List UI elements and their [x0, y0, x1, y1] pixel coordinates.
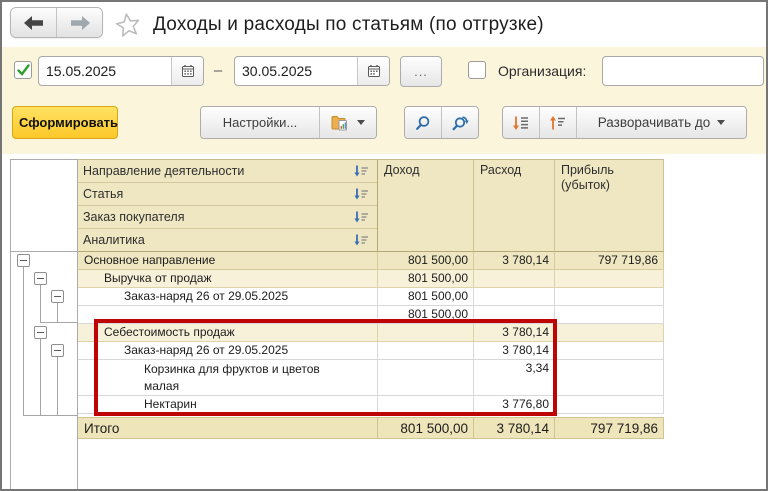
total-row[interactable]: Итого 801 500,00 3 780,14 797 719,86 [78, 417, 664, 439]
sort-icon [354, 165, 369, 177]
calendar-icon [181, 64, 195, 78]
table-row[interactable]: Основное направление 801 500,00 3 780,14… [78, 252, 664, 270]
search-icon [415, 115, 431, 131]
tree-line [40, 285, 41, 323]
table-row[interactable]: 801 500,00 [78, 306, 664, 324]
page-title: Доходы и расходы по статьям (по отгрузке… [153, 2, 544, 47]
expand-to-label: Разворачивать до [598, 115, 711, 130]
report-variants-button[interactable] [319, 107, 376, 138]
report-table: Направление деятельности Статья Заказ по… [78, 159, 664, 439]
back-button[interactable] [11, 8, 56, 37]
group-field-article[interactable]: Статья [78, 183, 377, 206]
column-header-income: Доход [378, 160, 474, 252]
generate-button[interactable]: Сформировать [12, 106, 118, 139]
search-refresh-icon [452, 115, 469, 131]
date-range-dash: – [206, 62, 230, 79]
expand-button-group: Разворачивать до [502, 106, 747, 139]
search-button-group [404, 106, 479, 139]
report-variant-icon [331, 114, 350, 131]
back-arrow-icon [24, 16, 44, 30]
tree-gutter [10, 159, 78, 489]
column-header-profit: Прибыль (убыток) [555, 160, 664, 252]
tree-line [57, 303, 58, 323]
dropdown-caret-icon [357, 120, 365, 125]
collapse-groups-button[interactable] [503, 107, 539, 138]
column-header-expense: Расход [474, 160, 555, 252]
period-checkbox[interactable] [14, 61, 32, 79]
report-window: Доходы и расходы по статьям (по отгрузке… [0, 0, 768, 491]
group-field-direction[interactable]: Направление деятельности [78, 160, 377, 183]
group-field-analytics[interactable]: Аналитика [78, 229, 377, 252]
tree-line [40, 339, 41, 415]
table-row[interactable]: Нектарин 3 776,80 [78, 396, 664, 414]
date-to-value: 30.05.2025 [235, 63, 357, 79]
forward-arrow-icon [70, 16, 90, 30]
forward-button[interactable] [56, 8, 102, 37]
favorite-star-icon[interactable] [114, 11, 142, 39]
table-row[interactable]: Корзинка для фруктов и цветов малая 3,34 [78, 360, 664, 396]
sort-icon [354, 211, 369, 223]
tree-line [57, 357, 58, 415]
collapse-group-button[interactable] [34, 272, 47, 285]
tree-line [23, 415, 78, 416]
expand-to-button[interactable]: Разворачивать до [576, 107, 746, 138]
settings-button[interactable]: Настройки... [201, 107, 319, 138]
collapse-group-button[interactable] [34, 326, 47, 339]
tree-line [40, 322, 78, 323]
table-row[interactable]: Заказ-наряд 26 от 29.05.2025 801 500,00 [78, 288, 664, 306]
title-bar: Доходы и расходы по статьям (по отгрузке… [2, 2, 766, 47]
nav-button-group [10, 7, 103, 38]
settings-panel: 15.05.2025 – 30.05.2025 [2, 47, 766, 155]
period-more-button[interactable]: ... [400, 56, 442, 87]
group-field-customer-order[interactable]: Заказ покупателя [78, 206, 377, 229]
sort-icon [354, 234, 369, 246]
gutter-top-line [10, 159, 78, 160]
organization-field[interactable] [602, 56, 764, 86]
organization-checkbox[interactable] [468, 61, 486, 79]
date-to-calendar-button[interactable] [357, 57, 389, 85]
checkmark-icon [17, 64, 30, 76]
calendar-icon [367, 64, 381, 78]
table-row[interactable]: Заказ-наряд 26 от 29.05.2025 3 780,14 [78, 342, 664, 360]
date-from-calendar-button[interactable] [171, 57, 203, 85]
date-from-value: 15.05.2025 [39, 63, 171, 79]
report-area: Направление деятельности Статья Заказ по… [2, 154, 766, 489]
table-row[interactable]: Себестоимость продаж 3 780,14 [78, 324, 664, 342]
date-to-field[interactable]: 30.05.2025 [234, 56, 390, 86]
organization-label: Организация: [498, 56, 586, 87]
table-row[interactable]: Выручка от продаж 801 500,00 [78, 270, 664, 288]
tree-line [23, 267, 24, 415]
settings-button-group: Настройки... [200, 106, 377, 139]
date-from-field[interactable]: 15.05.2025 [38, 56, 204, 86]
collapse-group-button[interactable] [51, 344, 64, 357]
gutter-header-line [10, 251, 78, 252]
dropdown-caret-icon [717, 120, 725, 125]
sort-ascending-icon [549, 115, 567, 131]
sort-icon [354, 188, 369, 200]
collapse-group-button[interactable] [51, 290, 64, 303]
search-next-button[interactable] [441, 107, 478, 138]
table-header: Направление деятельности Статья Заказ по… [78, 159, 664, 252]
sort-descending-icon [512, 115, 530, 131]
collapse-group-button[interactable] [17, 254, 30, 267]
expand-groups-button[interactable] [539, 107, 576, 138]
search-button[interactable] [405, 107, 441, 138]
